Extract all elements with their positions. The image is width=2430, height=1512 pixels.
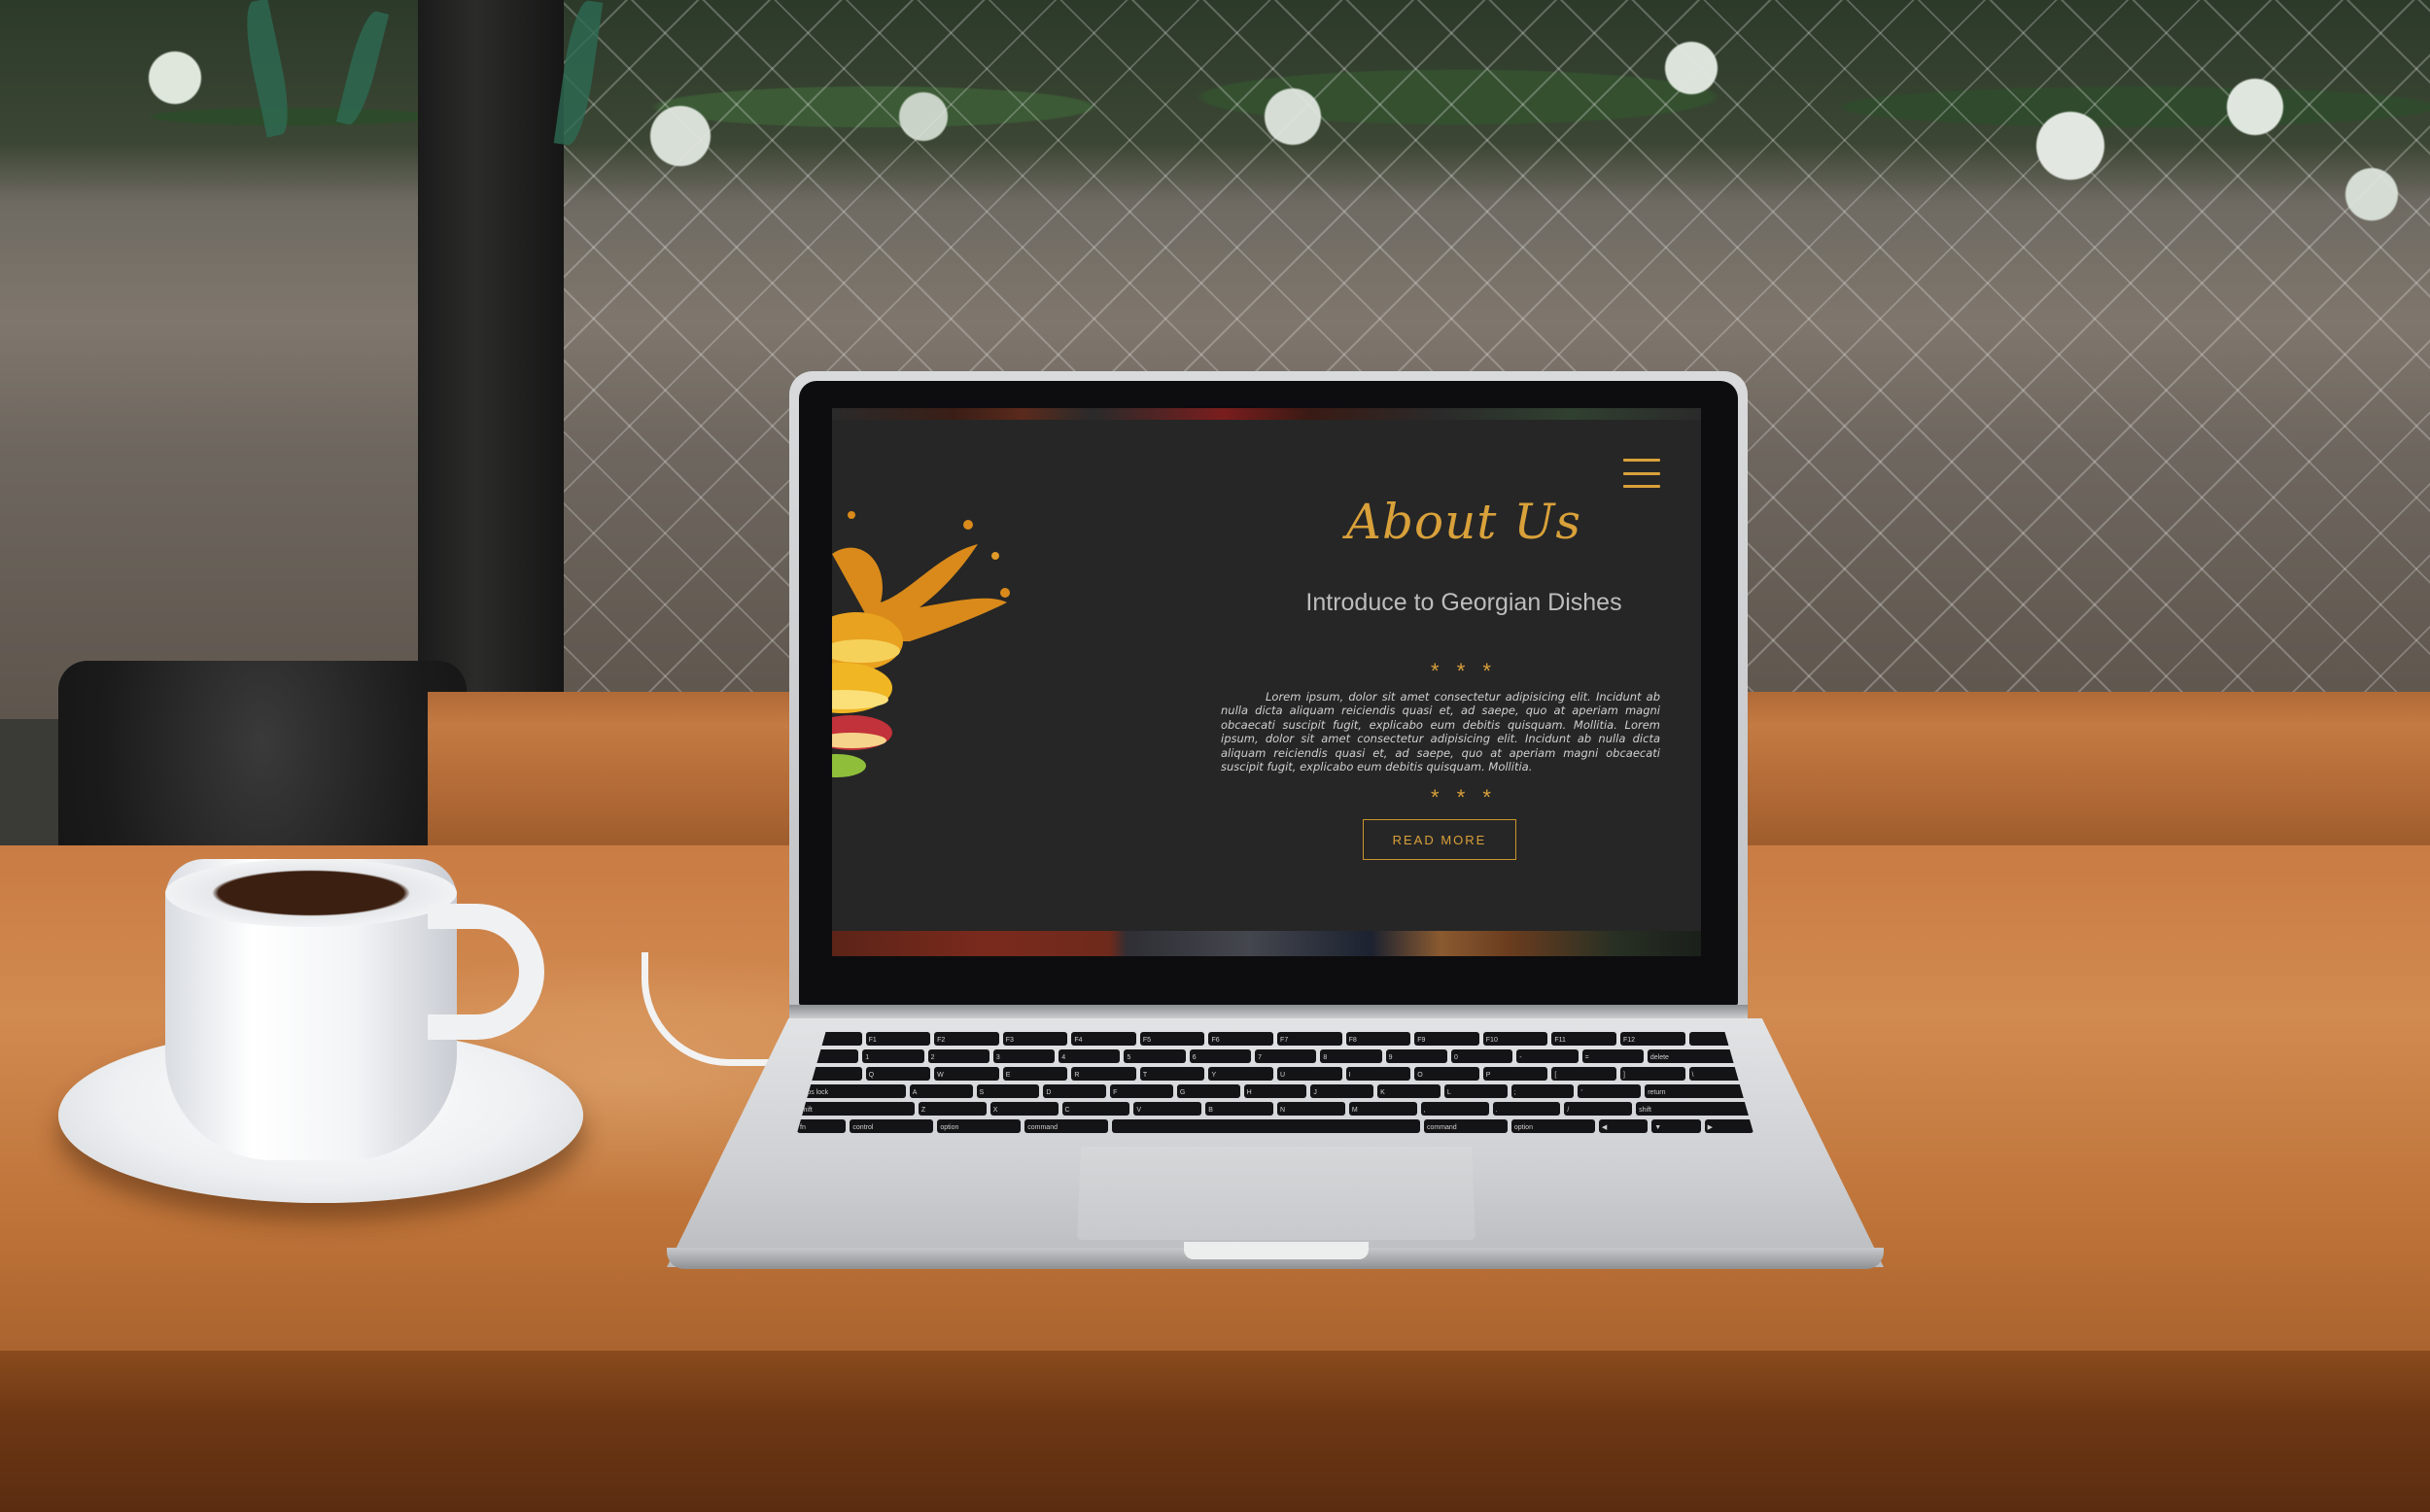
keyboard-key[interactable]: F1: [865, 1032, 931, 1046]
keyboard-key[interactable]: K: [1377, 1084, 1441, 1098]
about-subtitle: Introduce to Georgian Dishes: [1305, 589, 1622, 616]
keyboard-key[interactable]: 0: [1450, 1049, 1513, 1063]
divider-stars-top: * * *: [1431, 659, 1497, 683]
keyboard-key[interactable]: T: [1139, 1067, 1205, 1081]
keyboard-key[interactable]: Y: [1208, 1067, 1274, 1081]
keyboard-key[interactable]: S: [976, 1084, 1040, 1098]
keyboard-key[interactable]: 6: [1189, 1049, 1252, 1063]
keyboard-key[interactable]: P: [1482, 1067, 1548, 1081]
keyboard-key[interactable]: O: [1414, 1067, 1479, 1081]
menu-line: [1623, 485, 1660, 488]
keyboard-key[interactable]: H: [1243, 1084, 1307, 1098]
keyboard-key[interactable]: 7: [1255, 1049, 1317, 1063]
keyboard-key[interactable]: F6: [1208, 1032, 1274, 1046]
keyboard-key[interactable]: F2: [934, 1032, 999, 1046]
keyboard-key[interactable]: option: [937, 1119, 1022, 1133]
keyboard-key[interactable]: caps lock: [797, 1084, 906, 1098]
keyboard-key[interactable]: .: [1492, 1102, 1561, 1116]
keyboard-key[interactable]: ▼: [1651, 1119, 1701, 1133]
keyboard-key[interactable]: A: [909, 1084, 973, 1098]
keyboard-key[interactable]: 3: [992, 1049, 1056, 1063]
keyboard-key[interactable]: [: [1551, 1067, 1616, 1081]
keyboard-key[interactable]: 4: [1059, 1049, 1121, 1063]
fruit-splash-image: [832, 511, 1010, 777]
coffee-cup-rim: [165, 859, 457, 927]
keyboard-key[interactable]: L: [1443, 1084, 1508, 1098]
keyboard-row: ~1234567890-=delete: [797, 1049, 1753, 1063]
keyboard-row: escF1F2F3F4F5F6F7F8F9F10F11F12: [797, 1032, 1753, 1046]
keyboard-key[interactable]: 1: [862, 1049, 924, 1063]
keyboard-key[interactable]: F: [1110, 1084, 1173, 1098]
about-title: About Us: [1345, 494, 1582, 550]
keyboard-key[interactable]: F3: [1002, 1032, 1068, 1046]
keyboard-key[interactable]: M: [1348, 1102, 1417, 1116]
keyboard-key[interactable]: F8: [1345, 1032, 1411, 1046]
laptop-hinge: [789, 1005, 1748, 1020]
keyboard-key[interactable]: J: [1310, 1084, 1374, 1098]
keyboard-key[interactable]: X: [989, 1102, 1059, 1116]
laptop-notch: [1184, 1242, 1369, 1259]
keyboard-key[interactable]: control: [850, 1119, 934, 1133]
read-more-button[interactable]: READ MORE: [1363, 819, 1516, 860]
keyboard-key[interactable]: ': [1578, 1084, 1642, 1098]
keyboard-key[interactable]: W: [934, 1067, 999, 1081]
keyboard-key[interactable]: F12: [1619, 1032, 1685, 1046]
keyboard-key[interactable]: C: [1061, 1102, 1130, 1116]
photo-strip-bottom: [832, 931, 1701, 956]
keyboard-key[interactable]: 8: [1320, 1049, 1382, 1063]
laptop-trackpad[interactable]: [1077, 1147, 1475, 1240]
keyboard-key[interactable]: B: [1205, 1102, 1274, 1116]
keyboard-key[interactable]: [1112, 1119, 1420, 1133]
divider-stars-bottom: * * *: [1431, 785, 1497, 809]
keyboard-key[interactable]: E: [1002, 1067, 1068, 1081]
hamburger-menu-icon[interactable]: [1623, 459, 1660, 488]
keyboard-key[interactable]: Z: [918, 1102, 987, 1116]
keyboard-key[interactable]: Q: [865, 1067, 931, 1081]
keyboard-key[interactable]: R: [1071, 1067, 1136, 1081]
keyboard-key[interactable]: return: [1645, 1084, 1753, 1098]
keyboard-key[interactable]: V: [1133, 1102, 1202, 1116]
laptop-keyboard[interactable]: escF1F2F3F4F5F6F7F8F9F10F11F12~123456789…: [797, 1032, 1753, 1133]
laptop-screen: About Us Introduce to Georgian Dishes * …: [832, 408, 1701, 956]
keyboard-key[interactable]: I: [1345, 1067, 1411, 1081]
keyboard-key[interactable]: command: [1423, 1119, 1508, 1133]
keyboard-key[interactable]: F4: [1071, 1032, 1136, 1046]
keyboard-row: shift Z X C V B N M,. / shift: [797, 1102, 1753, 1116]
keyboard-key[interactable]: U: [1277, 1067, 1342, 1081]
keyboard-key[interactable]: D: [1043, 1084, 1107, 1098]
keyboard-key[interactable]: =: [1581, 1049, 1644, 1063]
keyboard-row: tabQWERTYUIOP[]\: [797, 1067, 1753, 1081]
keyboard-key[interactable]: ◀: [1598, 1119, 1649, 1133]
keyboard-key[interactable]: 5: [1124, 1049, 1186, 1063]
keyboard-key[interactable]: ▶: [1704, 1119, 1753, 1133]
keyboard-key[interactable]: F9: [1414, 1032, 1479, 1046]
keyboard-key[interactable]: F5: [1139, 1032, 1205, 1046]
keyboard-key[interactable]: 9: [1385, 1049, 1447, 1063]
window-post: [418, 0, 564, 700]
keyboard-key[interactable]: -: [1516, 1049, 1579, 1063]
keyboard-key[interactable]: 2: [927, 1049, 989, 1063]
keyboard-key[interactable]: command: [1024, 1119, 1109, 1133]
photo-strip-top: [832, 408, 1701, 420]
keyboard-key[interactable]: ]: [1619, 1067, 1685, 1081]
keyboard-key[interactable]: F11: [1551, 1032, 1616, 1046]
keyboard-key[interactable]: option: [1510, 1119, 1595, 1133]
keyboard-key[interactable]: shift: [797, 1102, 915, 1116]
keyboard-row: caps lock A S D F G H J K L; ' return: [797, 1084, 1753, 1098]
keyboard-key[interactable]: shift: [1636, 1102, 1753, 1116]
keyboard-key[interactable]: N: [1277, 1102, 1345, 1116]
keyboard-key[interactable]: G: [1176, 1084, 1240, 1098]
table-edge: [0, 1351, 2430, 1512]
keyboard-key[interactable]: fn: [797, 1119, 847, 1133]
keyboard-key[interactable]: ;: [1510, 1084, 1575, 1098]
keyboard-key[interactable]: /: [1564, 1102, 1633, 1116]
keyboard-key[interactable]: F7: [1277, 1032, 1342, 1046]
keyboard-key[interactable]: ,: [1420, 1102, 1489, 1116]
about-body-text: Lorem ipsum, dolor sit amet consectetur …: [1221, 690, 1660, 774]
menu-line: [1623, 471, 1660, 475]
keyboard-key[interactable]: F10: [1482, 1032, 1548, 1046]
keyboard-row: fn control option command command option ◀ ▼ ▶: [797, 1119, 1753, 1133]
menu-line: [1623, 459, 1660, 462]
